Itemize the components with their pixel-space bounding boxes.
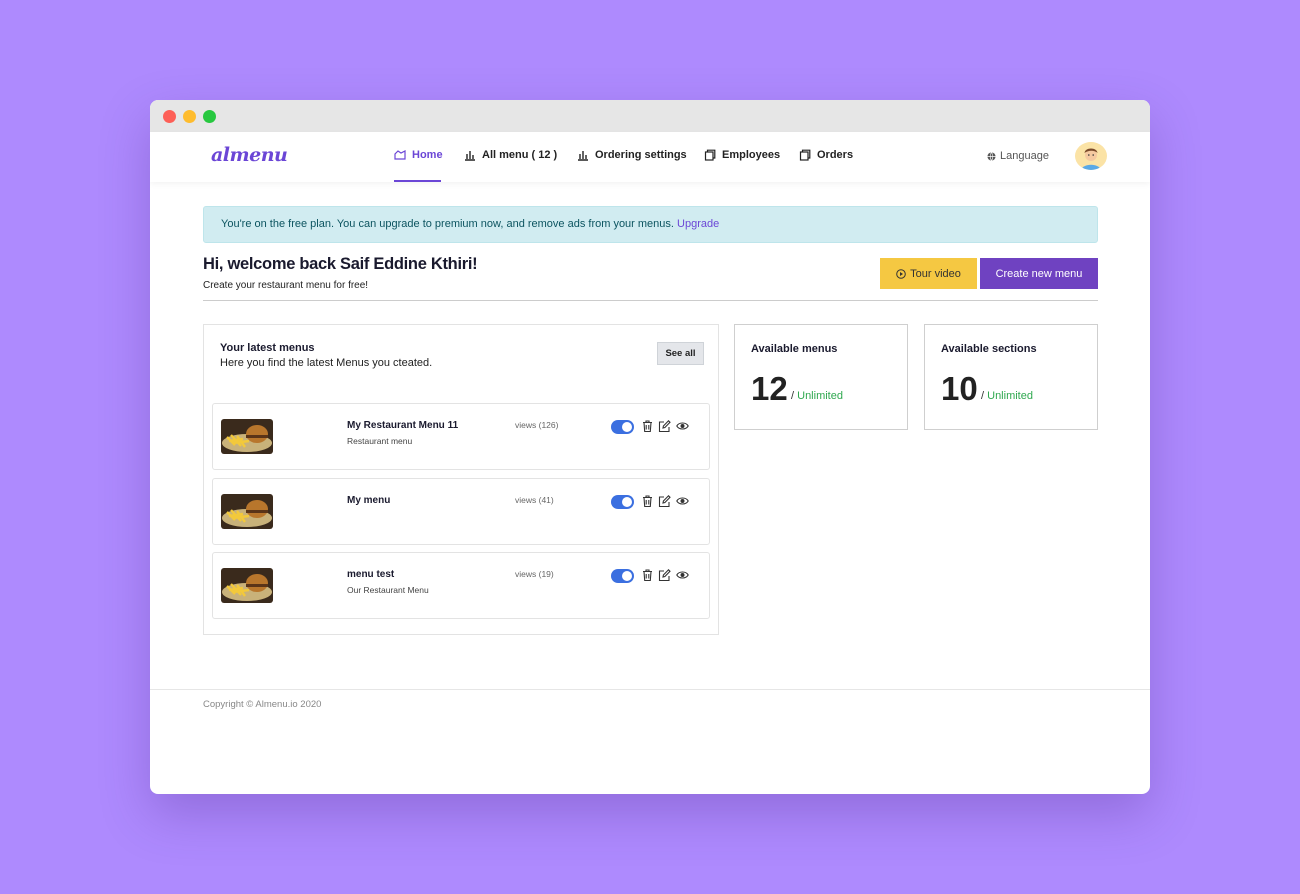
nav-home[interactable]: Home: [394, 149, 443, 161]
play-circle-icon: [896, 268, 906, 279]
eye-icon[interactable]: [676, 419, 689, 433]
food-image-icon: [221, 494, 273, 529]
stat-label: Available sections: [941, 343, 1037, 355]
trash-icon[interactable]: [641, 494, 654, 508]
stat-limit: / Unlimited: [791, 390, 843, 402]
stat-limit: / Unlimited: [981, 390, 1033, 402]
browser-window: almenu Home All menu ( 12 ) Ordering set…: [150, 100, 1150, 794]
trash-icon[interactable]: [641, 568, 654, 582]
menu-thumbnail: [221, 568, 273, 603]
create-new-menu-button[interactable]: Create new menu: [980, 258, 1098, 289]
free-plan-alert: You're on the free plan. You can upgrade…: [203, 206, 1098, 243]
copy-icon: [704, 149, 716, 161]
maximize-window-button[interactable]: [203, 110, 216, 123]
available-sections-card: Available sections 10 / Unlimited: [924, 324, 1098, 430]
user-avatar[interactable]: [1075, 142, 1107, 170]
eye-icon[interactable]: [676, 494, 689, 508]
footer-copyright: Copyright © Almenu.io 2020: [203, 699, 322, 710]
minimize-window-button[interactable]: [183, 110, 196, 123]
see-all-button[interactable]: See all: [657, 342, 704, 365]
tour-video-label: Tour video: [910, 267, 961, 280]
bar-chart-icon: [465, 151, 475, 161]
menu-name: My Restaurant Menu 11: [347, 420, 459, 431]
welcome-subtitle: Create your restaurant menu for free!: [203, 280, 369, 291]
top-navbar: almenu Home All menu ( 12 ) Ordering set…: [150, 132, 1150, 182]
bar-chart-icon: [578, 151, 588, 161]
menu-row[interactable]: My Restaurant Menu 11 Restaurant menu vi…: [212, 403, 710, 470]
tour-video-button[interactable]: Tour video: [880, 258, 977, 289]
stat-limit-text: Unlimited: [797, 390, 843, 402]
language-label: Language: [1000, 150, 1049, 162]
window-titlebar: [150, 100, 1150, 132]
nav-all-menu[interactable]: All menu ( 12 ): [464, 149, 557, 161]
menu-views: views (19): [515, 569, 554, 579]
menu-enabled-toggle[interactable]: [611, 569, 634, 583]
stat-label: Available menus: [751, 343, 838, 355]
menu-enabled-toggle[interactable]: [611, 420, 634, 434]
nav-orders[interactable]: Orders: [799, 149, 853, 161]
stat-value: 12: [751, 370, 788, 407]
nav-all-menu-label: All menu ( 12 ): [482, 149, 558, 161]
menu-description: Restaurant menu: [347, 436, 413, 446]
menu-thumbnail: [221, 419, 273, 454]
edit-icon[interactable]: [658, 494, 671, 508]
welcome-title: Hi, welcome back Saif Eddine Kthiri!: [203, 255, 478, 273]
logo[interactable]: almenu: [211, 144, 288, 166]
menu-row[interactable]: My menu views (41): [212, 478, 710, 545]
menu-name: My menu: [347, 495, 391, 506]
upgrade-link[interactable]: Upgrade: [677, 218, 719, 230]
menu-views: views (126): [515, 420, 559, 430]
food-image-icon: [221, 568, 273, 603]
active-nav-indicator: [394, 180, 441, 182]
eye-icon[interactable]: [676, 568, 689, 582]
stat-limit-text: Unlimited: [987, 390, 1033, 402]
latest-menus-subtitle: Here you find the latest Menus you cteat…: [220, 357, 433, 369]
latest-menus-title: Your latest menus: [220, 342, 315, 354]
menu-views: views (41): [515, 495, 554, 505]
avatar-icon: [1077, 142, 1105, 170]
section-divider: [203, 300, 1098, 301]
stat-value: 10: [941, 370, 978, 407]
home-icon: [394, 150, 406, 160]
latest-menus-card: Your latest menus Here you find the late…: [203, 324, 719, 635]
alert-text: You're on the free plan. You can upgrade…: [221, 218, 678, 230]
food-image-icon: [221, 419, 273, 454]
nav-employees-label: Employees: [722, 149, 781, 161]
close-window-button[interactable]: [163, 110, 176, 123]
nav-employees[interactable]: Employees: [704, 149, 780, 161]
nav-home-label: Home: [412, 149, 443, 161]
footer-divider: [150, 689, 1150, 690]
nav-ordering-settings[interactable]: Ordering settings: [577, 149, 687, 161]
nav-orders-label: Orders: [817, 149, 854, 161]
menu-row[interactable]: menu test Our Restaurant Menu views (19): [212, 552, 710, 619]
trash-icon[interactable]: [641, 419, 654, 433]
globe-icon: [987, 151, 996, 161]
edit-icon[interactable]: [658, 419, 671, 433]
menu-thumbnail: [221, 494, 273, 529]
copy-icon: [799, 149, 811, 161]
edit-icon[interactable]: [658, 568, 671, 582]
menu-description: Our Restaurant Menu: [347, 585, 429, 595]
menu-name: menu test: [347, 569, 395, 580]
language-selector[interactable]: Language: [987, 150, 1049, 162]
nav-ordering-settings-label: Ordering settings: [595, 149, 687, 161]
available-menus-card: Available menus 12 / Unlimited: [734, 324, 908, 430]
menu-enabled-toggle[interactable]: [611, 495, 634, 509]
